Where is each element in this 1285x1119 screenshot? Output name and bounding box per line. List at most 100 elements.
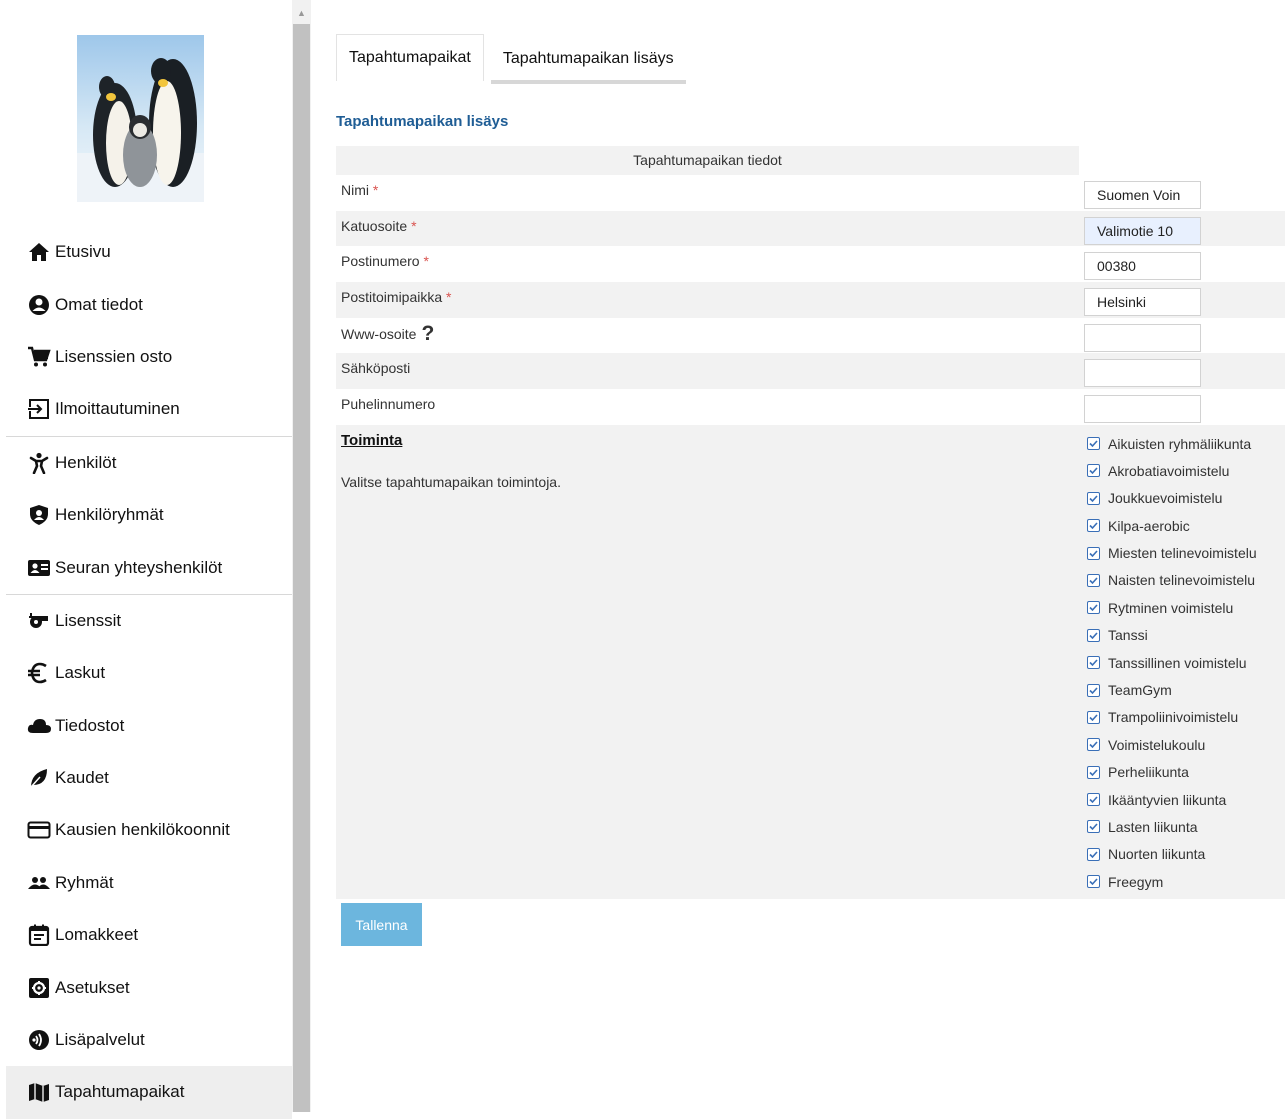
activity-checkbox-item[interactable]: Nuorten liikunta: [1087, 841, 1257, 868]
checkbox-checked[interactable]: [1087, 793, 1100, 807]
sidebar-item-label: Etusivu: [55, 242, 111, 262]
form-row-sahkoposti: Sähköposti: [336, 353, 1285, 390]
checkbox-checked[interactable]: [1087, 875, 1100, 889]
sidebar-item-label: Lisenssien osto: [55, 346, 173, 366]
sidebar-item-label: Laskut: [55, 663, 106, 683]
checkbox-checked[interactable]: [1087, 519, 1100, 533]
field-label: Www-osoite?: [341, 323, 434, 344]
activity-label: Tanssillinen voimistelu: [1108, 654, 1247, 671]
sidebar-item-label: Lomakkeet: [55, 925, 139, 945]
form-row-www-osoite: Www-osoite?: [336, 318, 1285, 354]
activity-label: Freegym: [1108, 873, 1164, 890]
sidebar-item-kausien-henkilokoonnit[interactable]: Kausien henkilökoonnit: [6, 804, 292, 856]
checkbox-checked[interactable]: [1087, 464, 1100, 478]
activity-checkbox-item[interactable]: Akrobatiavoimistelu: [1087, 457, 1257, 484]
checkmark-icon: [1089, 604, 1098, 612]
activity-checkbox-item[interactable]: Aikuisten ryhmäliikunta: [1087, 430, 1257, 457]
user-circle-icon: [29, 294, 49, 315]
checkbox-checked[interactable]: [1087, 656, 1100, 670]
calendar-form-icon: [28, 924, 50, 947]
activity-checkbox-item[interactable]: Joukkuevoimistelu: [1087, 485, 1257, 512]
checkbox-checked[interactable]: [1087, 738, 1100, 752]
activity-checkbox-item[interactable]: Miesten telinevoimistelu: [1087, 539, 1257, 566]
activity-checkbox-item[interactable]: Rytminen voimistelu: [1087, 594, 1257, 621]
save-button[interactable]: Tallenna: [341, 903, 422, 946]
activity-checkbox-item[interactable]: Lasten liikunta: [1087, 813, 1257, 840]
activity-label: Aikuisten ryhmäliikunta: [1108, 435, 1252, 452]
activity-checkbox-item[interactable]: TeamGym: [1087, 676, 1257, 703]
help-question-icon[interactable]: ?: [421, 323, 434, 344]
activity-checkbox-item[interactable]: Tanssillinen voimistelu: [1087, 649, 1257, 676]
sidebar-item-tapahtumapaikat[interactable]: Tapahtumapaikat: [6, 1066, 292, 1119]
email-field[interactable]: [1084, 359, 1201, 388]
sidebar-item-henkiloryhmat[interactable]: Henkilöryhmät: [6, 489, 292, 541]
activity-checkbox-item[interactable]: Naisten telinevoimistelu: [1087, 567, 1257, 594]
tab-tapahtumapaikan-lisays[interactable]: Tapahtumapaikan lisäys: [490, 34, 686, 84]
activity-label: Lasten liikunta: [1108, 818, 1198, 835]
activity-label: Akrobatiavoimistelu: [1108, 462, 1230, 479]
sign-in-icon: [27, 399, 49, 420]
postal-code-field[interactable]: [1084, 252, 1201, 281]
activity-checkbox-item[interactable]: Tanssi: [1087, 622, 1257, 649]
activity-checkbox-item[interactable]: Perheliikunta: [1087, 759, 1257, 786]
field-label-text: Www-osoite: [341, 325, 417, 342]
sidebar-item-henkilot[interactable]: Henkilöt: [6, 437, 292, 489]
sidebar-item-asetukset[interactable]: Asetukset: [6, 961, 292, 1013]
checkbox-checked[interactable]: [1087, 820, 1100, 834]
scroll-up-arrow-icon[interactable]: ▲: [292, 6, 311, 20]
scrollbar-thumb[interactable]: [293, 24, 310, 1112]
euro-icon: [28, 663, 47, 684]
activity-checkbox-item[interactable]: Kilpa-aerobic: [1087, 512, 1257, 539]
checkbox-checked[interactable]: [1087, 573, 1100, 587]
checkbox-checked[interactable]: [1087, 628, 1100, 642]
activity-checkbox-item[interactable]: Freegym: [1087, 868, 1257, 895]
checkbox-checked[interactable]: [1087, 601, 1100, 615]
city-field[interactable]: [1084, 288, 1201, 317]
sidebar-item-lisenssien-osto[interactable]: Lisenssien osto: [6, 331, 292, 383]
fieldset-title: Tapahtumapaikan tiedot: [336, 146, 1079, 175]
group-shield-icon: [30, 505, 48, 526]
form-row-katuosoite: Katuosoite *: [336, 210, 1285, 247]
field-label-text: Postinumero: [341, 253, 420, 270]
sidebar-item-seuran-yhteyshenkilot[interactable]: Seuran yhteyshenkilöt: [6, 541, 292, 593]
whistle-icon: [29, 612, 48, 628]
sidebar-item-etusivu[interactable]: Etusivu: [6, 226, 292, 278]
sidebar-item-lisenssit[interactable]: Lisenssit: [6, 595, 292, 647]
field-label: Katuosoite *: [341, 218, 417, 234]
sidebar-item-ryhmat[interactable]: Ryhmät: [6, 857, 292, 909]
field-label: Nimi *: [341, 182, 378, 198]
activity-label: Joukkuevoimistelu: [1108, 490, 1223, 507]
field-label: Postitoimipaikka *: [341, 289, 452, 305]
checkbox-checked[interactable]: [1087, 765, 1100, 779]
sidebar-item-ilmoittautuminen[interactable]: Ilmoittautuminen: [6, 383, 292, 435]
phone-field[interactable]: [1084, 395, 1201, 424]
activities-section: Toiminta Valitse tapahtumapaikan toimint…: [336, 424, 1285, 899]
checkbox-checked[interactable]: [1087, 847, 1100, 861]
checkbox-checked[interactable]: [1087, 683, 1100, 697]
form-row-nimi: Nimi *: [336, 175, 1285, 211]
checkmark-icon: [1089, 632, 1098, 639]
activity-checkbox-item[interactable]: Ikääntyvien liikunta: [1087, 786, 1257, 813]
name-field[interactable]: [1084, 181, 1201, 209]
sidebar-item-laskut[interactable]: Laskut: [6, 647, 292, 699]
street-address-field[interactable]: [1084, 216, 1201, 245]
checkmark-icon: [1089, 686, 1098, 694]
checkmark-icon: [1089, 769, 1098, 776]
checkmark-icon: [1089, 522, 1098, 530]
checkbox-checked[interactable]: [1087, 546, 1100, 560]
sidebar-item-lisapalvelut[interactable]: Lisäpalvelut: [6, 1014, 292, 1066]
checkmark-icon: [1089, 823, 1098, 831]
activity-checkbox-item[interactable]: Voimistelukoulu: [1087, 731, 1257, 758]
sidebar-item-kaudet[interactable]: Kaudet: [6, 752, 292, 804]
activity-label: Kilpa-aerobic: [1108, 517, 1190, 534]
sidebar-item-tiedostot[interactable]: Tiedostot: [6, 700, 292, 752]
activity-checkbox-item[interactable]: Trampoliinivoimistelu: [1087, 704, 1257, 731]
checkbox-checked[interactable]: [1087, 437, 1100, 450]
website-field[interactable]: [1084, 323, 1201, 352]
checkbox-checked[interactable]: [1087, 710, 1100, 724]
sidebar-scrollbar[interactable]: ▲: [292, 0, 311, 1112]
checkbox-checked[interactable]: [1087, 491, 1100, 505]
sidebar-item-lomakkeet[interactable]: Lomakkeet: [6, 909, 292, 961]
tab-tapahtumapaikat[interactable]: Tapahtumapaikat: [336, 34, 484, 81]
sidebar-item-omat-tiedot[interactable]: Omat tiedot: [6, 278, 292, 330]
